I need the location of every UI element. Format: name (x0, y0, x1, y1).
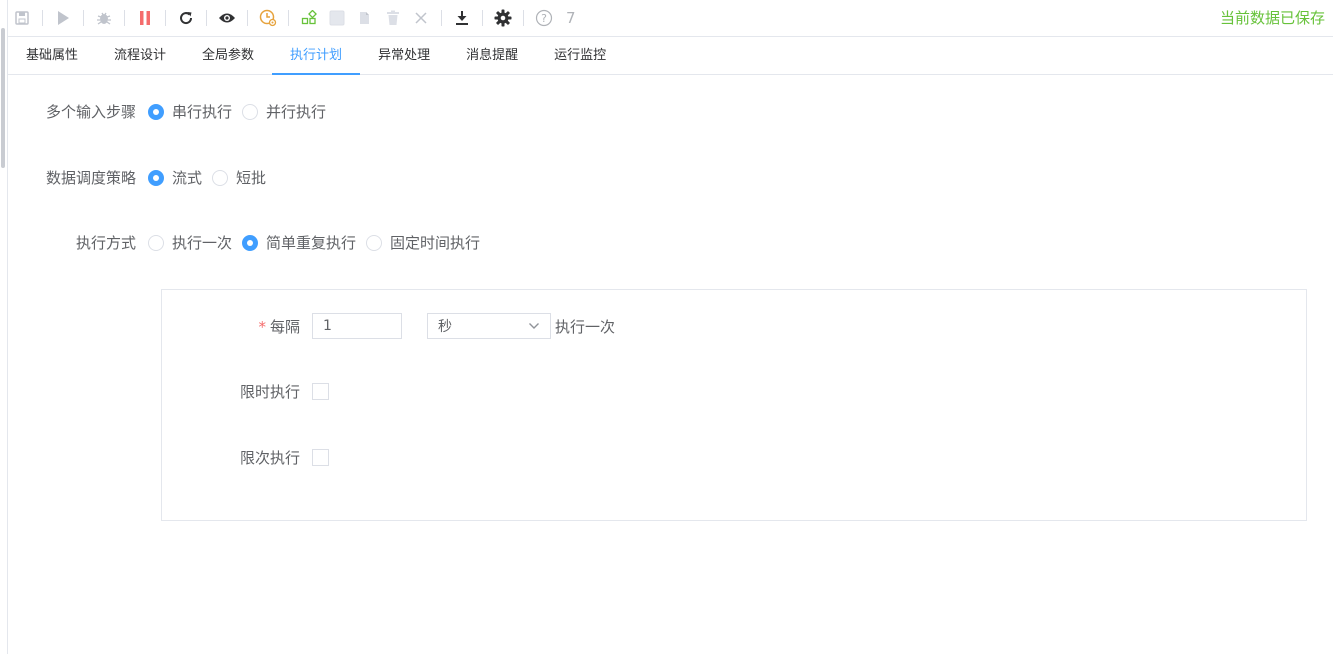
radio-short-batch-label: 短批 (236, 169, 267, 187)
toolbar-divider (247, 10, 248, 26)
tab-notifications[interactable]: 消息提醒 (448, 37, 536, 74)
chevron-down-icon (528, 318, 540, 334)
tab-flow-design[interactable]: 流程设计 (96, 37, 184, 74)
toolbar-divider (441, 10, 442, 26)
radio-once[interactable]: 执行一次 (148, 232, 232, 253)
repeat-settings-panel: * 每隔 1 秒 执行一次 限时执行 限次执行 (161, 289, 1307, 521)
left-edge-panel (0, 0, 8, 654)
required-mark: * (258, 317, 266, 336)
exec-mode-label: 执行方式 (75, 234, 136, 252)
save-icon[interactable] (10, 6, 34, 30)
left-scrollbar[interactable] (1, 28, 5, 168)
radio-simple-repeat[interactable]: 简单重复执行 (242, 232, 356, 253)
delete-icon[interactable] (381, 6, 405, 30)
exec-mode-row: 执行方式 执行一次 简单重复执行 固定时间执行 (8, 232, 490, 253)
radio-simple-repeat-dot[interactable] (242, 234, 259, 251)
unit-select-value: 秒 (438, 319, 452, 335)
square-icon[interactable] (325, 6, 349, 30)
interval-input[interactable]: 1 (312, 313, 402, 339)
debug-icon[interactable] (92, 6, 116, 30)
toolbar-divider (165, 10, 166, 26)
interval-label-wrap: * 每隔 (162, 316, 312, 337)
interval-label: 每隔 (269, 317, 300, 336)
radio-short-batch-dot[interactable] (212, 169, 229, 186)
dispatch-label: 数据调度策略 (45, 169, 136, 187)
radio-stream[interactable]: 流式 (148, 167, 202, 188)
radio-parallel-label: 并行执行 (266, 103, 327, 121)
toolbar-divider (523, 10, 524, 26)
radio-stream-dot[interactable] (148, 169, 164, 186)
run-icon[interactable] (51, 6, 75, 30)
dispatch-row: 数据调度策略 流式 短批 (8, 167, 276, 188)
radio-serial[interactable]: 串行执行 (148, 101, 232, 122)
radio-serial-label: 串行执行 (172, 103, 233, 121)
tab-bar: 基础属性 流程设计 全局参数 执行计划 异常处理 消息提醒 运行监控 (8, 37, 1333, 75)
radio-once-dot[interactable] (148, 234, 164, 251)
interval-suffix: 执行一次 (555, 317, 616, 336)
count-limit-checkbox[interactable] (312, 449, 329, 466)
toolbar-divider (288, 10, 289, 26)
interval-row: * 每隔 1 秒 执行一次 (162, 313, 615, 339)
toolbar-divider (83, 10, 84, 26)
help-icon[interactable]: ? (532, 6, 556, 30)
multi-input-row: 多个输入步骤 串行执行 并行执行 (8, 101, 336, 122)
radio-fixed-time-label: 固定时间执行 (390, 234, 481, 252)
radio-once-label: 执行一次 (172, 234, 233, 252)
radio-parallel[interactable]: 并行执行 (242, 101, 326, 122)
radio-serial-dot[interactable] (148, 103, 164, 120)
tab-run-monitor[interactable]: 运行监控 (536, 37, 624, 74)
schedule-icon[interactable] (256, 6, 280, 30)
copy-icon[interactable] (353, 6, 377, 30)
toolbar: ? 7 当前数据已保存 (8, 0, 1333, 37)
close-icon[interactable] (409, 6, 433, 30)
toolbar-divider (206, 10, 207, 26)
tab-global-params[interactable]: 全局参数 (184, 37, 272, 74)
count-limit-label: 限次执行 (239, 449, 300, 467)
version-count: 7 (566, 9, 576, 27)
tab-execution-plan[interactable]: 执行计划 (272, 37, 361, 75)
refresh-icon[interactable] (174, 6, 198, 30)
radio-simple-repeat-label: 简单重复执行 (266, 234, 357, 252)
time-limit-checkbox[interactable] (312, 383, 329, 400)
time-limit-label: 限时执行 (239, 383, 300, 401)
radio-stream-label: 流式 (172, 169, 203, 187)
save-status: 当前数据已保存 (1219, 9, 1325, 27)
radio-fixed-time-dot[interactable] (366, 234, 383, 251)
settings-icon[interactable] (491, 6, 515, 30)
preview-icon[interactable] (215, 6, 239, 30)
svg-text:?: ? (541, 12, 547, 25)
toolbar-divider (482, 10, 483, 26)
toolbar-divider (42, 10, 43, 26)
count-limit-row: 限次执行 (162, 447, 329, 468)
component-icon[interactable] (297, 6, 321, 30)
radio-short-batch[interactable]: 短批 (212, 167, 266, 188)
tab-basic-properties[interactable]: 基础属性 (8, 37, 96, 74)
tab-exception-handling[interactable]: 异常处理 (360, 37, 448, 74)
unit-select[interactable]: 秒 (427, 313, 551, 339)
download-icon[interactable] (450, 6, 474, 30)
time-limit-row: 限时执行 (162, 381, 329, 402)
radio-fixed-time[interactable]: 固定时间执行 (366, 232, 480, 253)
multi-input-label: 多个输入步骤 (45, 103, 136, 121)
stop-icon[interactable] (133, 6, 157, 30)
radio-parallel-dot[interactable] (242, 103, 259, 120)
toolbar-divider (124, 10, 125, 26)
